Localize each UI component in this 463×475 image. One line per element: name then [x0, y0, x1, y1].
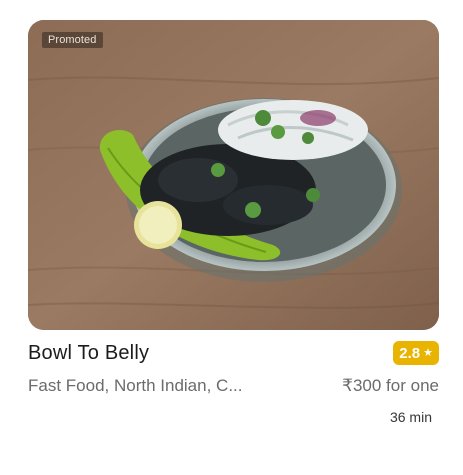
food-image[interactable]: Promoted — [28, 20, 439, 330]
food-photo — [28, 20, 439, 330]
price-for-one: ₹300 for one — [342, 376, 439, 395]
restaurant-name[interactable]: Bowl To Belly — [28, 342, 149, 365]
restaurant-card[interactable]: Promoted Bowl To Belly 2.8 ★ Fast Food, … — [0, 0, 463, 475]
rating-value: 2.8 — [399, 344, 421, 362]
cuisine-list: Fast Food, North Indian, C... — [28, 376, 243, 395]
promoted-badge: Promoted — [42, 32, 103, 48]
rating-badge: 2.8 ★ — [393, 341, 439, 365]
delivery-time: 36 min — [389, 409, 432, 425]
star-icon: ★ — [423, 346, 433, 359]
